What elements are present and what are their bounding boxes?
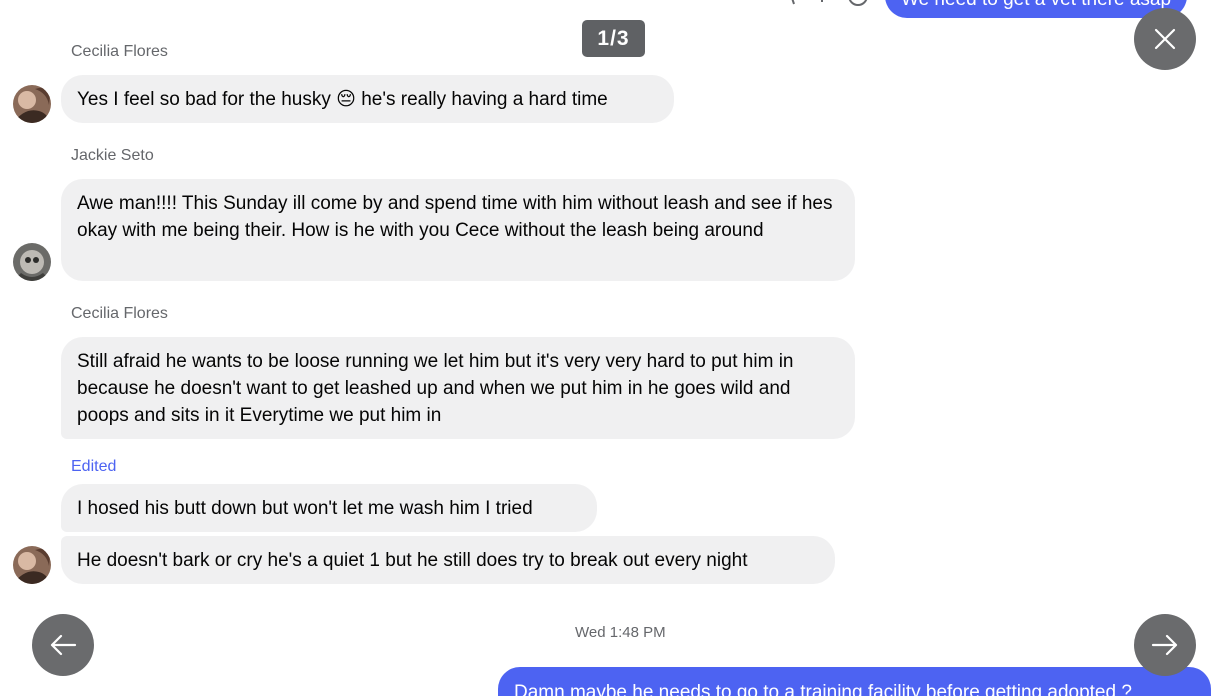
- close-icon: [1154, 28, 1176, 50]
- avatar[interactable]: [13, 85, 51, 123]
- message-actions-partial[interactable]: [782, 0, 872, 14]
- avatar[interactable]: [13, 243, 51, 281]
- arrow-right-icon: [1151, 634, 1178, 656]
- incoming-message[interactable]: Awe man!!!! This Sunday ill come by and …: [61, 179, 855, 281]
- avatar[interactable]: [13, 546, 51, 584]
- outgoing-message-partial-bottom[interactable]: Damn maybe he needs to go to a training …: [498, 667, 1211, 696]
- incoming-message[interactable]: Still afraid he wants to be loose runnin…: [61, 337, 855, 439]
- message-viewer: We need to get a vet there asap Cecilia …: [0, 0, 1231, 696]
- timestamp: Wed 1:48 PM: [575, 624, 666, 641]
- close-button[interactable]: [1134, 8, 1196, 70]
- message-text: Yes I feel so bad for the husky 😔 he's r…: [77, 89, 608, 110]
- sender-name: Jackie Seto: [71, 147, 154, 164]
- message-text: Awe man!!!! This Sunday ill come by and …: [77, 193, 833, 241]
- previous-button[interactable]: [32, 614, 94, 676]
- message-text: He doesn't bark or cry he's a quiet 1 bu…: [77, 550, 748, 571]
- message-text: I hosed his butt down but won't let me w…: [77, 498, 533, 519]
- incoming-message[interactable]: Yes I feel so bad for the husky 😔 he's r…: [61, 75, 674, 123]
- next-button[interactable]: [1134, 614, 1196, 676]
- message-text: Damn maybe he needs to go to a training …: [514, 682, 1132, 696]
- outgoing-message-partial-top[interactable]: We need to get a vet there asap: [885, 0, 1188, 18]
- incoming-message[interactable]: I hosed his butt down but won't let me w…: [61, 484, 597, 532]
- edited-label[interactable]: Edited: [71, 458, 116, 476]
- arrow-left-icon: [50, 634, 77, 656]
- sender-name: Cecilia Flores: [71, 305, 168, 322]
- sender-name: Cecilia Flores: [71, 43, 168, 60]
- message-text: We need to get a vet there asap: [901, 0, 1171, 10]
- incoming-message[interactable]: He doesn't bark or cry he's a quiet 1 bu…: [61, 536, 835, 584]
- image-counter: 1/3: [582, 20, 645, 57]
- message-text: Still afraid he wants to be loose runnin…: [77, 351, 794, 426]
